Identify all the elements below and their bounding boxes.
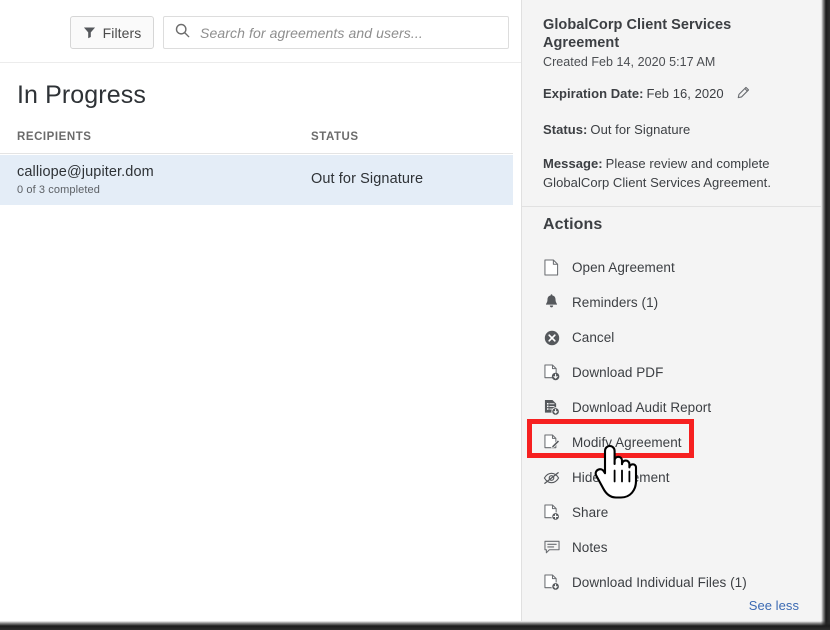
- action-label: Reminders (1): [572, 295, 658, 310]
- action-label: Download Audit Report: [572, 400, 711, 415]
- message-row: Message:Please review and complete Globa…: [543, 154, 799, 192]
- action-label: Hide Agreement: [572, 470, 670, 485]
- message-label: Message:: [543, 156, 603, 171]
- action-modify-agreement[interactable]: Modify Agreement: [522, 425, 821, 460]
- window-edge-right: [821, 0, 830, 630]
- pencil-icon[interactable]: [736, 86, 750, 105]
- document-download-icon: [543, 574, 560, 592]
- agreement-detail-panel: GlobalCorp Client Services Agreement Cre…: [521, 0, 821, 621]
- agreements-list-panel: Filters Search for agreements and users.…: [0, 0, 521, 621]
- column-header-status: STATUS: [311, 131, 359, 143]
- filters-label: Filters: [103, 25, 142, 41]
- agreement-summary: GlobalCorp Client Services Agreement Cre…: [522, 0, 821, 207]
- column-header-recipients: RECIPIENTS: [17, 131, 92, 143]
- document-icon: [543, 259, 560, 277]
- action-label: Download Individual Files (1): [572, 575, 747, 590]
- expiration-date-row: Expiration Date:Feb 16, 2020: [543, 84, 799, 105]
- action-download-pdf[interactable]: Download PDF: [522, 355, 821, 390]
- action-label: Modify Agreement: [572, 435, 682, 450]
- search-input[interactable]: Search for agreements and users...: [163, 16, 509, 49]
- search-icon: [175, 23, 190, 43]
- list-column-headers: RECIPIENTS STATUS: [0, 128, 513, 154]
- action-label: Cancel: [572, 330, 614, 345]
- action-download-individual-files[interactable]: Download Individual Files (1): [522, 565, 821, 600]
- agreement-created-date: Created Feb 14, 2020 5:17 AM: [543, 55, 799, 69]
- agreement-title: GlobalCorp Client Services Agreement: [543, 16, 799, 52]
- action-share[interactable]: Share: [522, 495, 821, 530]
- status-row: Status:Out for Signature: [543, 120, 799, 139]
- recipient-progress: 0 of 3 completed: [17, 184, 100, 196]
- report-download-icon: [543, 399, 560, 417]
- actions-heading: Actions: [543, 216, 602, 234]
- recipient-status: Out for Signature: [311, 171, 423, 187]
- page-title: In Progress: [17, 81, 146, 110]
- table-row[interactable]: calliope@jupiter.dom 0 of 3 completed Ou…: [0, 155, 513, 205]
- search-placeholder: Search for agreements and users...: [200, 25, 423, 41]
- status-label: Status:: [543, 122, 587, 137]
- action-hide-agreement[interactable]: Hide Agreement: [522, 460, 821, 495]
- document-edit-icon: [543, 434, 560, 452]
- action-label: Download PDF: [572, 365, 663, 380]
- action-reminders[interactable]: Reminders (1): [522, 285, 821, 320]
- action-label: Share: [572, 505, 608, 520]
- see-less-link[interactable]: See less: [749, 598, 799, 613]
- eye-off-icon: [543, 469, 560, 487]
- action-open-agreement[interactable]: Open Agreement: [522, 250, 821, 285]
- note-bubble-icon: [543, 539, 560, 557]
- cancel-circle-icon: [543, 329, 560, 347]
- document-download-icon: [543, 364, 560, 382]
- window-edge-bottom: [0, 621, 830, 630]
- filters-button[interactable]: Filters: [70, 16, 154, 49]
- action-label: Notes: [572, 540, 608, 555]
- expiration-date-label: Expiration Date:: [543, 86, 643, 101]
- action-label: Open Agreement: [572, 260, 675, 275]
- action-cancel[interactable]: Cancel: [522, 320, 821, 355]
- action-notes[interactable]: Notes: [522, 530, 821, 565]
- actions-list: Open Agreement Reminders (1): [522, 250, 821, 600]
- application-window: Filters Search for agreements and users.…: [0, 0, 830, 630]
- recipient-email: calliope@jupiter.dom: [17, 164, 154, 180]
- document-share-icon: [543, 504, 560, 522]
- action-download-audit-report[interactable]: Download Audit Report: [522, 390, 821, 425]
- bell-icon: [543, 294, 560, 312]
- funnel-icon: [83, 26, 96, 39]
- expiration-date-value: Feb 16, 2020: [646, 86, 723, 101]
- status-value: Out for Signature: [590, 122, 690, 137]
- toolbar: Filters Search for agreements and users.…: [0, 0, 521, 63]
